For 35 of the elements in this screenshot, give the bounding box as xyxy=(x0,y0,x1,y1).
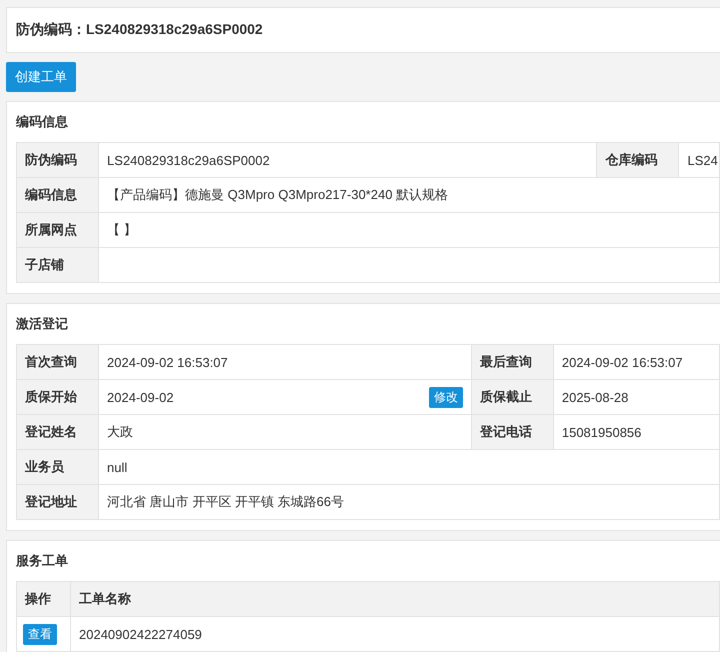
page-title: 防伪编码：LS240829318c29a6SP0002 xyxy=(16,21,263,37)
field-text: 河北省 唐山市 开平区 开平镇 东城路66号 xyxy=(107,493,344,511)
section-title: 服务工单 xyxy=(16,552,69,570)
create-work-order-button[interactable]: 创建工单 xyxy=(6,62,76,92)
table-cell: 20240902422274059 xyxy=(70,616,720,652)
field-label: 防伪编码 xyxy=(16,142,99,178)
field-text: 2024-09-02 16:53:07 xyxy=(107,354,228,370)
field-label: 登记姓名 xyxy=(16,414,99,450)
field-label: 业务员 xyxy=(16,450,99,484)
column-header: 工单名称 xyxy=(70,582,720,616)
field-text: 2025-08-28 xyxy=(562,390,628,404)
edit-button[interactable]: 修改 xyxy=(428,386,463,408)
field-label: 子店铺 xyxy=(16,248,99,282)
field-text: 2024-09-02 xyxy=(107,390,174,404)
field-label: 登记地址 xyxy=(16,484,99,520)
column-header: 操作 xyxy=(16,582,70,616)
field-text: 【产品编码】德施曼 Q3Mpro Q3Mpro217-30*240 默认规格 xyxy=(107,186,448,204)
field-text: 大政 xyxy=(107,423,134,441)
field-label: 所属网点 xyxy=(16,212,99,248)
field-text: LS240829318c29a6SP0002 xyxy=(107,152,270,168)
field-label: 最后查询 xyxy=(471,344,554,380)
view-button[interactable]: 查看 xyxy=(23,624,57,644)
field-label: 登记电话 xyxy=(471,414,554,450)
section-title: 激活登记 xyxy=(16,315,69,333)
field-text: null xyxy=(107,460,128,474)
field-label: 编码信息 xyxy=(16,178,99,212)
field-text: 2024-09-02 16:53:07 xyxy=(562,354,683,370)
section-title: 编码信息 xyxy=(16,113,69,131)
field-label: 质保截止 xyxy=(471,380,554,414)
field-label: 首次查询 xyxy=(16,344,99,380)
field-label: 仓库编码 xyxy=(596,142,679,178)
field-text: LS24 xyxy=(687,152,718,168)
field-text: 15081950856 xyxy=(562,424,642,440)
field-label: 质保开始 xyxy=(16,380,99,414)
field-text: 【 】 xyxy=(107,221,137,239)
